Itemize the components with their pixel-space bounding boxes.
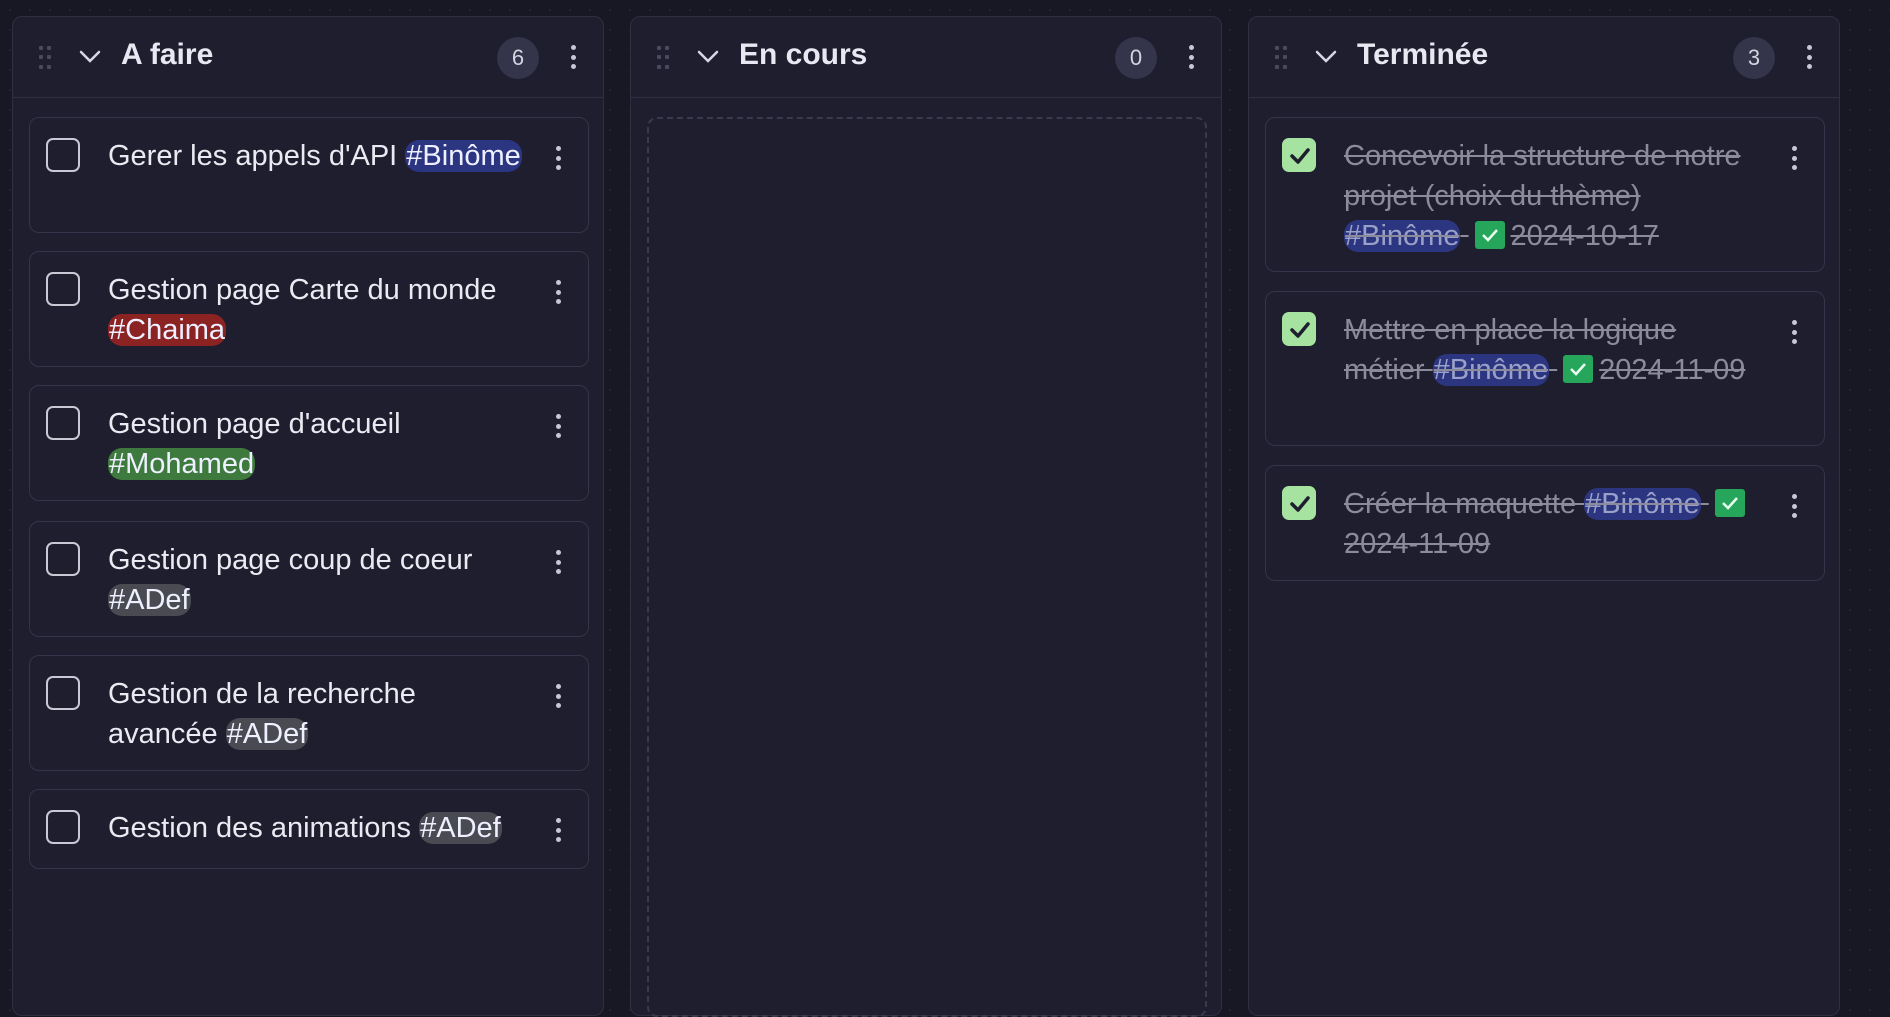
task-card[interactable]: Gestion page Carte du monde #Chaima <box>29 251 589 367</box>
task-checkbox[interactable] <box>46 406 80 440</box>
task-checkbox[interactable] <box>46 810 80 844</box>
column-en-cours: En cours 0 <box>630 16 1222 1017</box>
task-checkbox-checked[interactable] <box>1282 138 1316 172</box>
column-menu-icon[interactable] <box>1187 45 1195 69</box>
task-text: Gestion de la recherche avancée #ADef <box>108 678 416 750</box>
task-checkbox-checked[interactable] <box>1282 486 1316 520</box>
task-card[interactable]: Gestion de la recherche avancée #ADef <box>29 655 589 771</box>
column-title: Terminée <box>1357 38 1489 71</box>
task-text: Concevoir la structure de notre projet (… <box>1344 140 1741 252</box>
column-a-faire: A faire 6 Gerer les appels d'API #Binôme… <box>12 16 604 1016</box>
tag-binome[interactable]: #Binôme <box>1432 354 1550 386</box>
task-checkbox[interactable] <box>46 542 80 576</box>
task-card-done[interactable]: Mettre en place la logique métier #Binôm… <box>1265 291 1825 446</box>
task-checkbox[interactable] <box>46 272 80 306</box>
task-text: Gestion page Carte du monde #Chaima <box>108 274 497 346</box>
task-card[interactable]: Gestion page coup de coeur #ADef <box>29 521 589 637</box>
tag-chaima[interactable]: #Chaima <box>108 314 227 346</box>
task-menu-icon[interactable] <box>554 146 562 170</box>
task-card-done[interactable]: Concevoir la structure de notre projet (… <box>1265 117 1825 272</box>
chevron-down-icon[interactable] <box>1315 47 1337 67</box>
completion-date: 2024-11-09 <box>1599 354 1746 386</box>
count-badge: 0 <box>1115 37 1157 79</box>
tag-binome[interactable]: #Binôme <box>405 140 522 172</box>
task-menu-icon[interactable] <box>1790 146 1798 170</box>
task-menu-icon[interactable] <box>554 280 562 304</box>
column-menu-icon[interactable] <box>1805 45 1813 69</box>
task-text: Gestion page d'accueil #Mohamed <box>108 408 401 480</box>
completion-date: 2024-11-09 <box>1344 528 1491 560</box>
tag-adef[interactable]: #ADef <box>225 718 309 750</box>
tag-binome[interactable]: #Binôme <box>1584 488 1701 520</box>
task-checkbox[interactable] <box>46 676 80 710</box>
tag-adef[interactable]: #ADef <box>108 584 191 616</box>
task-menu-icon[interactable] <box>554 818 562 842</box>
task-menu-icon[interactable] <box>554 550 562 574</box>
drag-handle-icon[interactable] <box>657 46 669 70</box>
column-header: Terminée 3 <box>1249 17 1839 98</box>
tag-adef[interactable]: #ADef <box>419 812 502 844</box>
completion-date: 2024-10-17 <box>1510 220 1659 252</box>
column-menu-icon[interactable] <box>569 45 577 69</box>
task-checkbox-checked[interactable] <box>1282 312 1316 346</box>
task-text: Gestion page coup de coeur #ADef <box>108 544 473 616</box>
column-header: En cours 0 <box>631 17 1221 98</box>
task-text: Mettre en place la logique métier #Binôm… <box>1344 314 1746 386</box>
task-checkbox[interactable] <box>46 138 80 172</box>
chevron-down-icon[interactable] <box>697 47 719 67</box>
drag-handle-icon[interactable] <box>39 46 51 70</box>
drag-handle-icon[interactable] <box>1275 46 1287 70</box>
task-card[interactable]: Gestion page d'accueil #Mohamed <box>29 385 589 501</box>
task-text: Gestion des animations #ADef <box>108 812 502 844</box>
task-menu-icon[interactable] <box>1790 320 1798 344</box>
task-text: Gerer les appels d'API #Binôme <box>108 140 522 172</box>
chevron-down-icon[interactable] <box>79 47 101 67</box>
done-check-icon <box>1563 355 1594 383</box>
tag-binome[interactable]: #Binôme <box>1344 220 1461 252</box>
done-check-icon <box>1474 221 1505 249</box>
task-menu-icon[interactable] <box>554 414 562 438</box>
task-card[interactable]: Gestion des animations #ADef <box>29 789 589 869</box>
column-title: A faire <box>121 38 214 71</box>
count-badge: 3 <box>1733 37 1775 79</box>
task-text: Créer la maquette #Binôme 2024-11-09 <box>1344 484 1764 564</box>
count-badge: 6 <box>497 37 539 79</box>
tag-mohamed[interactable]: #Mohamed <box>108 448 256 480</box>
task-menu-icon[interactable] <box>1790 494 1798 518</box>
task-card[interactable]: Gerer les appels d'API #Binôme <box>29 117 589 233</box>
kanban-board: A faire 6 Gerer les appels d'API #Binôme… <box>0 0 1890 1017</box>
column-terminee: Terminée 3 Concevoir la structure de not… <box>1248 16 1840 1016</box>
done-check-icon <box>1714 489 1745 517</box>
column-title: En cours <box>739 38 868 71</box>
empty-drop-zone[interactable] <box>647 117 1207 1017</box>
task-card-done[interactable]: Créer la maquette #Binôme 2024-11-09 <box>1265 465 1825 581</box>
column-header: A faire 6 <box>13 17 603 98</box>
task-menu-icon[interactable] <box>554 684 562 708</box>
